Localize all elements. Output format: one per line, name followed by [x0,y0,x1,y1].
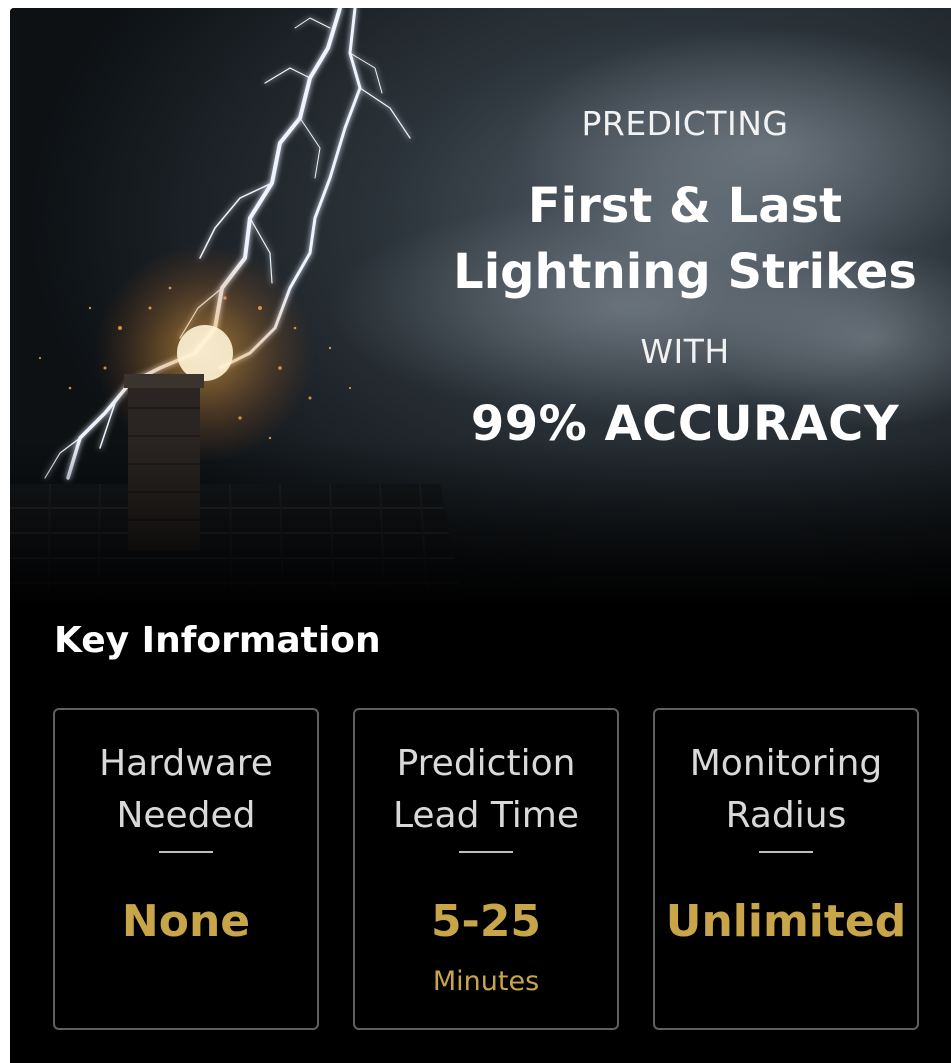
info-label: Hardware Needed [55,738,317,842]
info-divider [459,851,513,853]
hero-headline-line1: First & Last [527,178,843,234]
info-label-line2: Radius [725,795,847,836]
info-box-radius: Monitoring Radius Unlimited [653,708,919,1030]
info-value: Unlimited [665,896,907,947]
promo-card: PREDICTING First & Last Lightning Strike… [10,8,951,1063]
info-label: Prediction Lead Time [355,738,617,842]
info-label: Monitoring Radius [655,738,917,842]
hero-headline-line2: Lightning Strikes [453,244,917,300]
info-label-line2: Lead Time [392,795,580,836]
hero-eyebrow-predicting: PREDICTING [581,104,789,143]
key-information-title: Key Information [54,620,381,661]
info-value: None [121,896,251,947]
info-divider [159,851,213,853]
info-value: 5-25 [430,896,542,947]
info-unit: Minutes [432,966,540,997]
info-label-line1: Monitoring [689,743,883,784]
hero-eyebrow-with: WITH [640,332,730,371]
hero-banner: PREDICTING First & Last Lightning Strike… [10,8,951,608]
info-box-lead-time: Prediction Lead Time 5-25 Minutes [353,708,619,1030]
storm-illustration [10,8,951,608]
info-label-line1: Prediction [396,743,576,784]
info-box-hardware: Hardware Needed None [53,708,319,1030]
hero-accuracy: 99% ACCURACY [470,396,900,452]
info-divider [759,851,813,853]
info-label-line1: Hardware [99,743,273,784]
info-label-line2: Needed [116,795,256,836]
